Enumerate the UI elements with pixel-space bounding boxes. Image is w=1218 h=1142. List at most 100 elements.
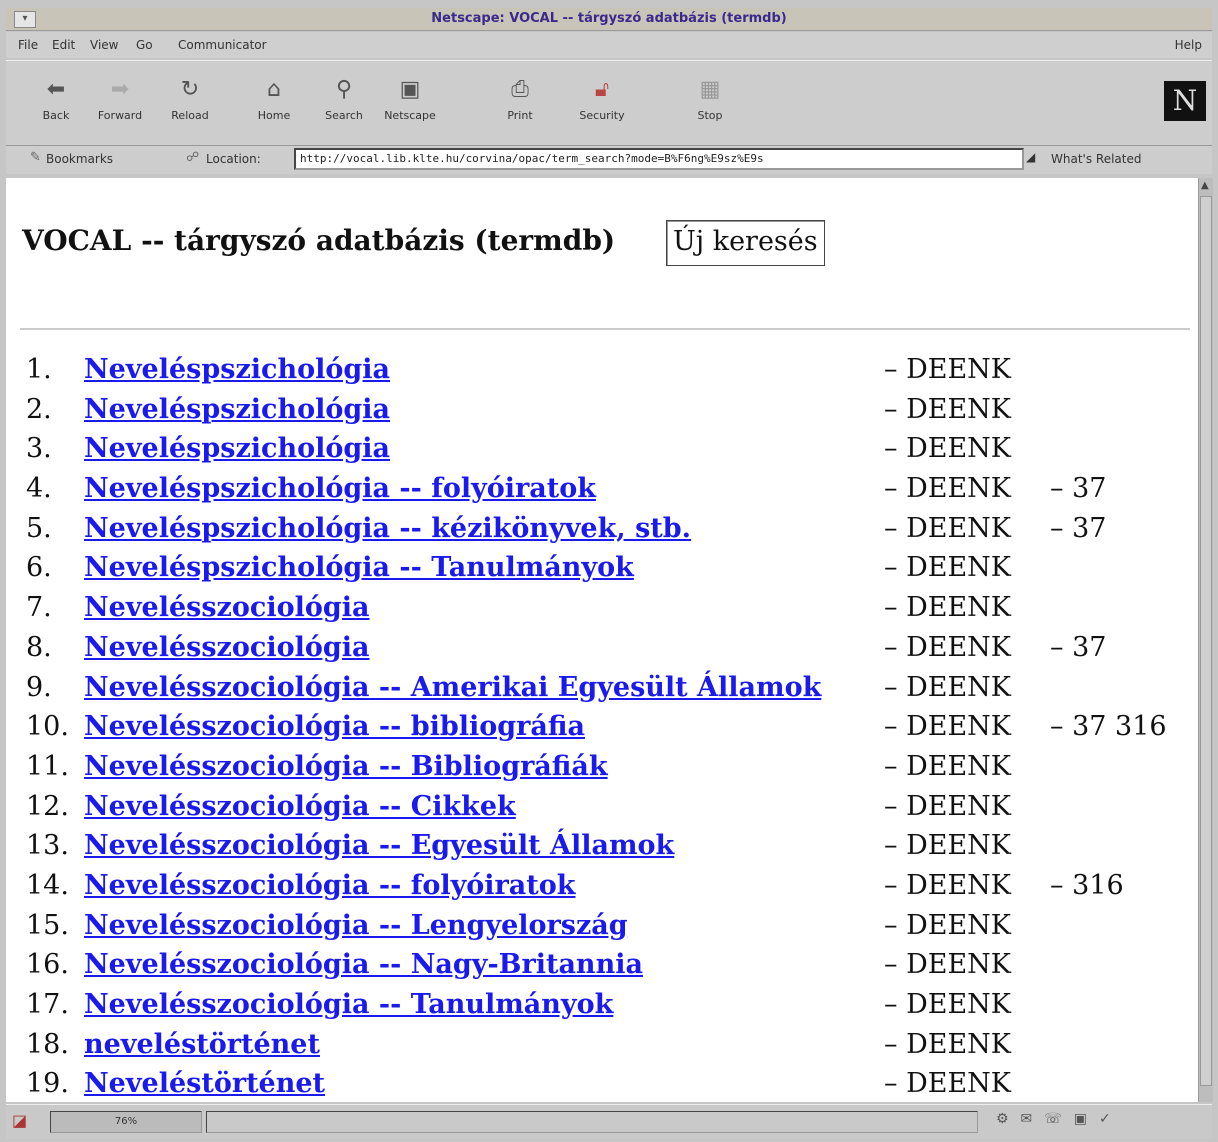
result-row: 18. neveléstörténet – DEENK: [20, 1025, 1190, 1065]
result-term-link[interactable]: Nevelésszociológia -- bibliográfia: [84, 707, 585, 746]
result-row: 13. Nevelésszociológia -- Egyesült Államo…: [20, 826, 1190, 866]
security-status-icon[interactable]: ◪: [12, 1111, 27, 1130]
security-label: Security: [579, 109, 625, 122]
result-term-link[interactable]: Neveléspszichológia: [84, 390, 390, 429]
result-row: 4. Neveléspszichológia -- folyóiratok – DE…: [20, 469, 1190, 509]
new-search-button[interactable]: Új keresés: [666, 220, 825, 266]
reload-button[interactable]: ↻ Reload: [160, 77, 220, 122]
result-row: 15. Nevelésszociológia -- Lengyelország – …: [20, 906, 1190, 946]
result-number: 7.: [26, 592, 52, 624]
result-code: – 37: [1050, 473, 1107, 505]
divider: [20, 328, 1190, 330]
back-arrow-icon: ⬅: [46, 77, 66, 102]
scroll-thumb[interactable]: [1200, 196, 1212, 1086]
result-row: 6. Neveléspszichológia -- Tanulmányok – DE…: [20, 548, 1190, 588]
reload-icon: ↻: [180, 77, 200, 102]
scroll-up-icon[interactable]: ▲: [1201, 180, 1209, 191]
menu-view[interactable]: View: [90, 38, 118, 52]
forward-label: Forward: [97, 109, 143, 122]
result-term-link[interactable]: Nevelésszociológia -- Bibliográfiák: [84, 747, 608, 786]
security-button[interactable]: 🔓︎ Security: [572, 77, 632, 122]
menu-help[interactable]: Help: [1175, 38, 1202, 52]
page-content: VOCAL -- tárgyszó adatbázis (termdb) Új …: [6, 178, 1198, 1102]
result-term-link[interactable]: neveléstörténet: [84, 1025, 320, 1064]
result-library: – DEENK: [884, 592, 1011, 624]
result-library: – DEENK: [884, 631, 1011, 663]
url-input[interactable]: http://vocal.lib.klte.hu/corvina/opac/te…: [294, 148, 1024, 170]
location-label: Location:: [206, 152, 261, 166]
result-term-link[interactable]: Nevelésszociológia -- Cikkek: [84, 787, 516, 826]
result-term-link[interactable]: Neveléspszichológia -- kézikönyvek, stb.: [84, 509, 691, 548]
result-term-link[interactable]: Nevelésszociológia: [84, 588, 370, 627]
result-term-link[interactable]: Nevelésszociológia -- Nagy-Britannia: [84, 945, 643, 984]
result-row: 8. Nevelésszociológia – DEENK – 37: [20, 628, 1190, 668]
result-term-link[interactable]: Neveléspszichológia: [84, 350, 390, 389]
stop-button[interactable]: ▦ Stop: [680, 77, 740, 122]
result-row: 1. Neveléspszichológia – DEENK: [20, 350, 1190, 390]
result-library: – DEENK: [884, 354, 1011, 385]
result-number: 17.: [26, 989, 69, 1020]
result-code: – 37: [1050, 512, 1107, 544]
result-term-link[interactable]: Neveléspszichológia: [84, 429, 390, 468]
result-number: 4.: [26, 473, 52, 505]
result-term-link[interactable]: Neveléspszichológia -- Tanulmányok: [84, 548, 634, 587]
print-icon: ⎙: [511, 77, 529, 102]
whats-related-button[interactable]: What's Related: [1051, 152, 1141, 166]
result-library: – DEENK: [884, 750, 1011, 782]
result-number: 10.: [26, 711, 69, 743]
result-term-link[interactable]: Nevelésszociológia -- Amerikai Egyesült …: [84, 668, 821, 707]
status-message: [206, 1111, 978, 1133]
result-term-link[interactable]: Nevelésszociológia -- Egyesült Államok: [84, 826, 674, 865]
result-code: – 37 316: [1050, 711, 1167, 743]
result-library: – DEENK: [884, 393, 1011, 425]
result-row: 3. Neveléspszichológia – DEENK: [20, 429, 1190, 469]
result-number: 14.: [26, 869, 69, 901]
menu-file[interactable]: File: [18, 38, 38, 52]
lock-icon: 🔓︎: [594, 77, 610, 102]
result-term-link[interactable]: Nevelésszociológia -- folyóiratok: [84, 866, 575, 905]
print-label: Print: [507, 109, 533, 122]
result-library: – DEENK: [884, 1068, 1011, 1100]
result-number: 6.: [26, 552, 52, 584]
result-library: – DEENK: [884, 869, 1011, 901]
print-button[interactable]: ⎙ Print: [490, 77, 550, 122]
result-number: 5.: [26, 512, 52, 544]
search-button[interactable]: ⚲ Search: [314, 77, 374, 122]
vertical-scrollbar[interactable]: ▲: [1198, 178, 1213, 1102]
home-icon: ⌂: [267, 77, 281, 102]
result-row: 12. Nevelésszociológia -- Cikkek – DEENK: [20, 787, 1190, 827]
reload-label: Reload: [171, 109, 209, 122]
result-term-link[interactable]: Nevelésszociológia: [84, 628, 370, 667]
result-term-link[interactable]: Neveléstörténet: [84, 1064, 325, 1102]
result-row: 11. Nevelésszociológia -- Bibliográfiák – …: [20, 747, 1190, 787]
url-dropdown-icon[interactable]: ◢: [1026, 150, 1038, 168]
netscape-button[interactable]: ▣ Netscape: [380, 77, 440, 122]
result-library: – DEENK: [884, 433, 1011, 465]
result-library: – DEENK: [884, 473, 1011, 505]
results-list: 1. Neveléspszichológia – DEENK 2. Neveléspsz…: [20, 350, 1190, 1102]
result-library: – DEENK: [884, 830, 1011, 862]
component-bar-icons[interactable]: ⚙✉☏▣✓: [996, 1111, 1123, 1127]
home-button[interactable]: ⌂ Home: [244, 77, 304, 122]
menu-go[interactable]: Go: [136, 38, 153, 52]
result-term-link[interactable]: Nevelésszociológia -- Lengyelország: [84, 906, 628, 945]
menu-bar: File Edit View Go Communicator Help: [6, 32, 1212, 58]
window-title: Netscape: VOCAL -- tárgyszó adatbázis (t…: [431, 11, 787, 26]
result-row: 16. Nevelésszociológia -- Nagy-Britannia –…: [20, 945, 1190, 985]
result-term-link[interactable]: Neveléspszichológia -- folyóiratok: [84, 469, 596, 508]
netscape-logo[interactable]: N: [1164, 81, 1206, 121]
result-term-link[interactable]: Nevelésszociológia -- Tanulmányok: [84, 985, 613, 1024]
result-row: 2. Neveléspszichológia – DEENK: [20, 390, 1190, 430]
stop-label: Stop: [697, 109, 723, 122]
back-button[interactable]: ⬅ Back: [26, 77, 86, 122]
location-icon: ☍: [186, 150, 200, 165]
forward-button[interactable]: ➡ Forward: [90, 77, 150, 122]
menu-edit[interactable]: Edit: [52, 38, 75, 52]
result-library: – DEENK: [884, 909, 1011, 941]
bookmarks-button[interactable]: Bookmarks: [46, 152, 113, 166]
result-row: 14. Nevelésszociológia -- folyóiratok – DE…: [20, 866, 1190, 906]
title-bar: ▾ Netscape: VOCAL -- tárgyszó adatbázis …: [6, 8, 1212, 31]
progress-indicator: 76%: [50, 1111, 202, 1133]
menu-communicator[interactable]: Communicator: [178, 38, 267, 52]
result-library: – DEENK: [884, 711, 1011, 743]
